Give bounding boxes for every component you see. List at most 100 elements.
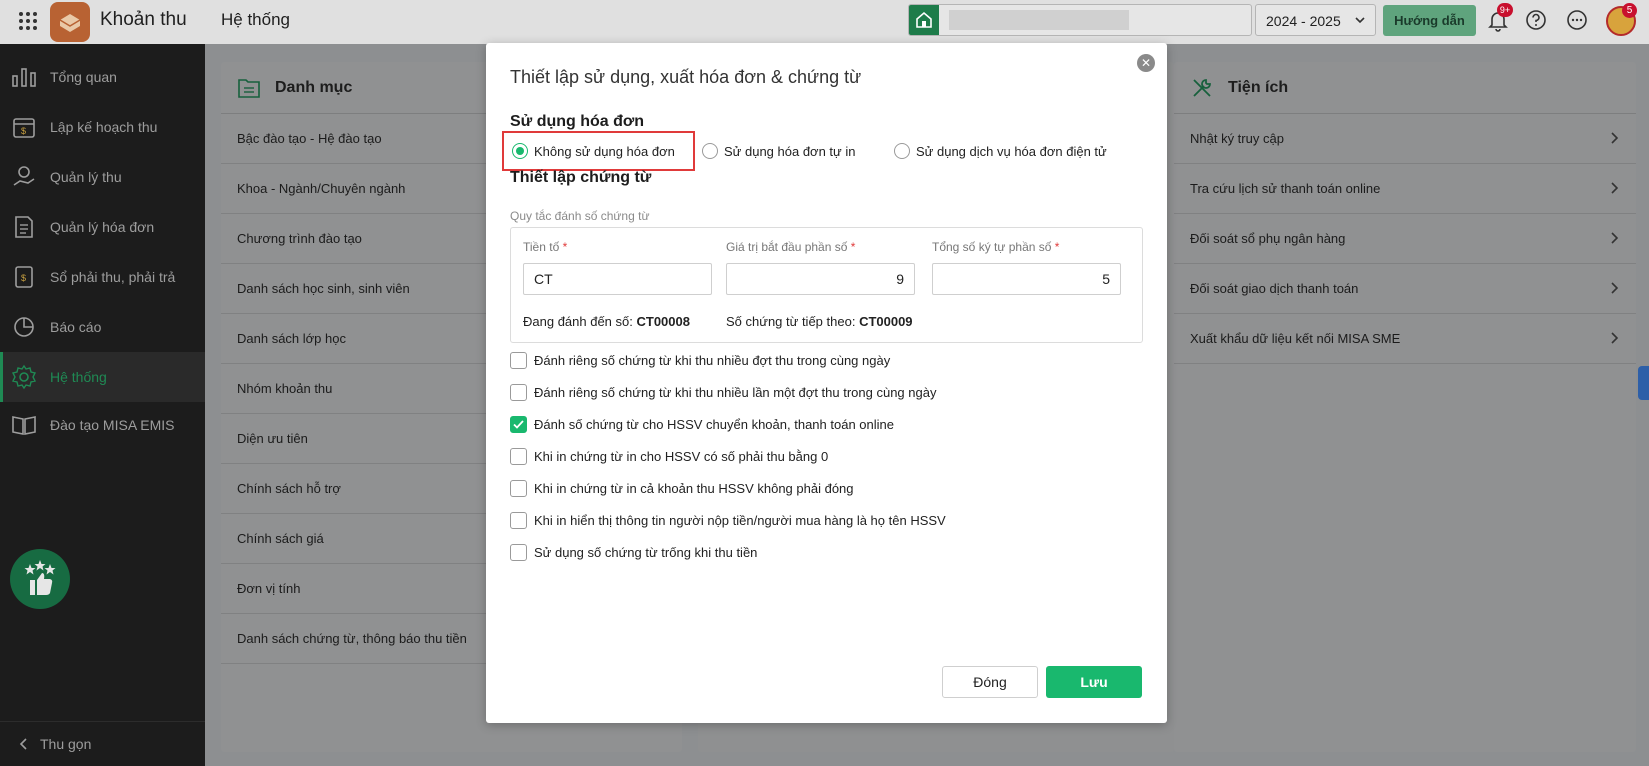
- required-mark: *: [1054, 240, 1060, 254]
- checkbox: [510, 351, 527, 369]
- sidebar-item-collections[interactable]: Quản lý thu: [0, 152, 205, 202]
- list-item-label: Xuất khẩu dữ liệu kết nối MISA SME: [1190, 331, 1401, 346]
- utilities-panel: Tiện ích Nhật ký truy cập Tra cứu lịch s…: [1174, 62, 1636, 752]
- list-item-label: Tra cứu lịch sử thanh toán online: [1190, 181, 1381, 196]
- required-mark: *: [850, 240, 856, 254]
- rating-button[interactable]: [10, 549, 70, 609]
- sidebar-item-overview[interactable]: Tổng quan: [0, 52, 205, 102]
- radio-self-print-invoice[interactable]: Sử dụng hóa đơn tự in: [702, 131, 855, 171]
- checkbox: [510, 543, 527, 561]
- panel-title: Tiện ích: [1228, 78, 1289, 96]
- sidebar-item-label: Báo cáo: [50, 319, 102, 335]
- chevron-down-icon: [1355, 17, 1365, 24]
- collapse-sidebar-button[interactable]: Thu gọn: [0, 721, 205, 766]
- app-logo-icon: [59, 14, 81, 32]
- school-search[interactable]: [908, 4, 1252, 36]
- checkbox-label: Khi in hiển thị thông tin người nộp tiền…: [534, 512, 946, 528]
- list-item[interactable]: Đối soát sổ phụ ngân hàng: [1174, 214, 1636, 264]
- option-checkbox[interactable]: Khi in chứng từ in cả khoản thu HSSV khô…: [510, 477, 854, 499]
- sidebar-item-system[interactable]: Hệ thống: [0, 352, 205, 402]
- list-item[interactable]: Nhật ký truy cập: [1174, 114, 1636, 164]
- top-bar: Khoản thu Hệ thống 2024 - 2025 Hướng dẫn…: [0, 0, 1649, 44]
- option-checkbox[interactable]: Đánh riêng số chứng từ khi thu nhiều đợt…: [510, 349, 890, 371]
- check-icon: [513, 419, 524, 429]
- next-number-label: Số chứng từ tiếp theo:: [726, 314, 856, 329]
- more-icon[interactable]: [1566, 9, 1588, 31]
- chevron-right-icon: [1611, 282, 1619, 294]
- folder-list-icon: [238, 78, 260, 98]
- panel-title: Danh mục: [275, 78, 353, 96]
- radio-e-invoice-service[interactable]: Sử dụng dịch vụ hóa đơn điện tử: [894, 131, 1107, 171]
- checkbox: [510, 383, 527, 401]
- voucher-section-title: Thiết lập chứng từ: [510, 169, 652, 186]
- save-button[interactable]: Lưu: [1046, 666, 1142, 698]
- list-item-label: Đối soát giao dịch thanh toán: [1190, 281, 1359, 296]
- list-item[interactable]: Tra cứu lịch sử thanh toán online: [1174, 164, 1636, 214]
- calendar-money-icon: $: [10, 113, 38, 141]
- option-checkbox[interactable]: Khi in hiển thị thông tin người nộp tiền…: [510, 509, 946, 531]
- sidebar-item-label: Tổng quan: [50, 69, 117, 85]
- pie-chart-icon: [10, 313, 38, 341]
- digit-count-label-text: Tổng số ký tự phần số: [932, 240, 1052, 254]
- checkbox: [510, 511, 527, 529]
- checkbox: [510, 447, 527, 465]
- invoice-icon: [10, 213, 38, 241]
- prefix-label: Tiền tố *: [523, 240, 567, 254]
- numbering-rule-box: Tiền tố * Giá trị bắt đầu phần số * Tổng…: [510, 227, 1143, 343]
- digit-count-label: Tổng số ký tự phần số *: [932, 240, 1059, 254]
- current-number-value: CT00008: [636, 314, 690, 329]
- school-year-select[interactable]: 2024 - 2025: [1255, 4, 1376, 36]
- home-icon[interactable]: [909, 5, 939, 35]
- close-icon[interactable]: ✕: [1137, 54, 1155, 72]
- next-number-value: CT00009: [859, 314, 913, 329]
- sidebar-item-label: Đào tạo MISA EMIS: [50, 417, 175, 433]
- checkbox: [510, 479, 527, 497]
- module-title: Hệ thống: [221, 10, 290, 29]
- school-name-field[interactable]: [949, 10, 1129, 30]
- list-item[interactable]: Đối soát giao dịch thanh toán: [1174, 264, 1636, 314]
- side-drawer-tab[interactable]: [1638, 366, 1649, 400]
- option-checkbox[interactable]: Khi in chứng từ in cho HSSV có số phải t…: [510, 445, 828, 467]
- book-icon: [10, 411, 38, 439]
- dialog-title: Thiết lập sử dụng, xuất hóa đơn & chứng …: [510, 67, 862, 87]
- app-grid-icon[interactable]: [17, 10, 39, 32]
- guide-button[interactable]: Hướng dẫn: [1383, 5, 1476, 36]
- checkbox-label: Đánh riêng số chứng từ khi thu nhiều đợt…: [534, 352, 891, 368]
- svg-text:$: $: [21, 126, 26, 136]
- invoice-section-title: Sử dụng hóa đơn: [510, 113, 645, 130]
- sidebar-item-label: Quản lý hóa đơn: [50, 219, 155, 235]
- option-checkbox[interactable]: Đánh riêng số chứng từ khi thu nhiều lần…: [510, 381, 936, 403]
- next-number-info: Số chứng từ tiếp theo: CT00009: [726, 314, 913, 329]
- list-item[interactable]: Xuất khẩu dữ liệu kết nối MISA SME: [1174, 314, 1636, 364]
- start-value-input[interactable]: [726, 263, 915, 295]
- app-logo: [50, 2, 90, 42]
- chevron-right-icon: [1611, 182, 1619, 194]
- collapse-label: Thu gọn: [40, 736, 92, 752]
- sidebar-item-ledger[interactable]: $ Sổ phải thu, phải trả: [0, 252, 205, 302]
- help-icon[interactable]: [1525, 9, 1547, 31]
- sidebar-item-plan[interactable]: $ Lập kế hoạch thu: [0, 102, 205, 152]
- sidebar-item-invoices[interactable]: Quản lý hóa đơn: [0, 202, 205, 252]
- checkbox-label: Đánh số chứng từ cho HSSV chuyển khoản, …: [534, 416, 894, 432]
- radio-dot: [702, 143, 718, 159]
- close-button[interactable]: Đóng: [942, 666, 1038, 698]
- prefix-label-text: Tiền tố: [523, 240, 560, 254]
- highlight-box: [502, 131, 695, 171]
- chevron-left-icon: [19, 738, 27, 750]
- current-number-label: Đang đánh đến số:: [523, 314, 633, 329]
- chevron-right-icon: [1611, 232, 1619, 244]
- option-checkbox[interactable]: Sử dụng số chứng từ trống khi thu tiền: [510, 541, 757, 563]
- prefix-input[interactable]: [523, 263, 712, 295]
- chevron-right-icon: [1611, 132, 1619, 144]
- sidebar-item-label: Lập kế hoạch thu: [50, 119, 158, 135]
- numbering-rule-label: Quy tắc đánh số chứng từ: [510, 209, 650, 223]
- option-checkbox[interactable]: Đánh số chứng từ cho HSSV chuyển khoản, …: [510, 413, 894, 435]
- notification-badge: 9+: [1497, 3, 1513, 17]
- list-item-label: Đối soát sổ phụ ngân hàng: [1190, 231, 1346, 246]
- sidebar-item-training[interactable]: Đào tạo MISA EMIS: [0, 400, 205, 450]
- digit-count-input[interactable]: [932, 263, 1121, 295]
- current-number-info: Đang đánh đến số: CT00008: [523, 314, 690, 329]
- sidebar-item-reports[interactable]: Báo cáo: [0, 302, 205, 352]
- gear-icon: [10, 363, 38, 391]
- list-item-label: Nhật ký truy cập: [1190, 131, 1284, 146]
